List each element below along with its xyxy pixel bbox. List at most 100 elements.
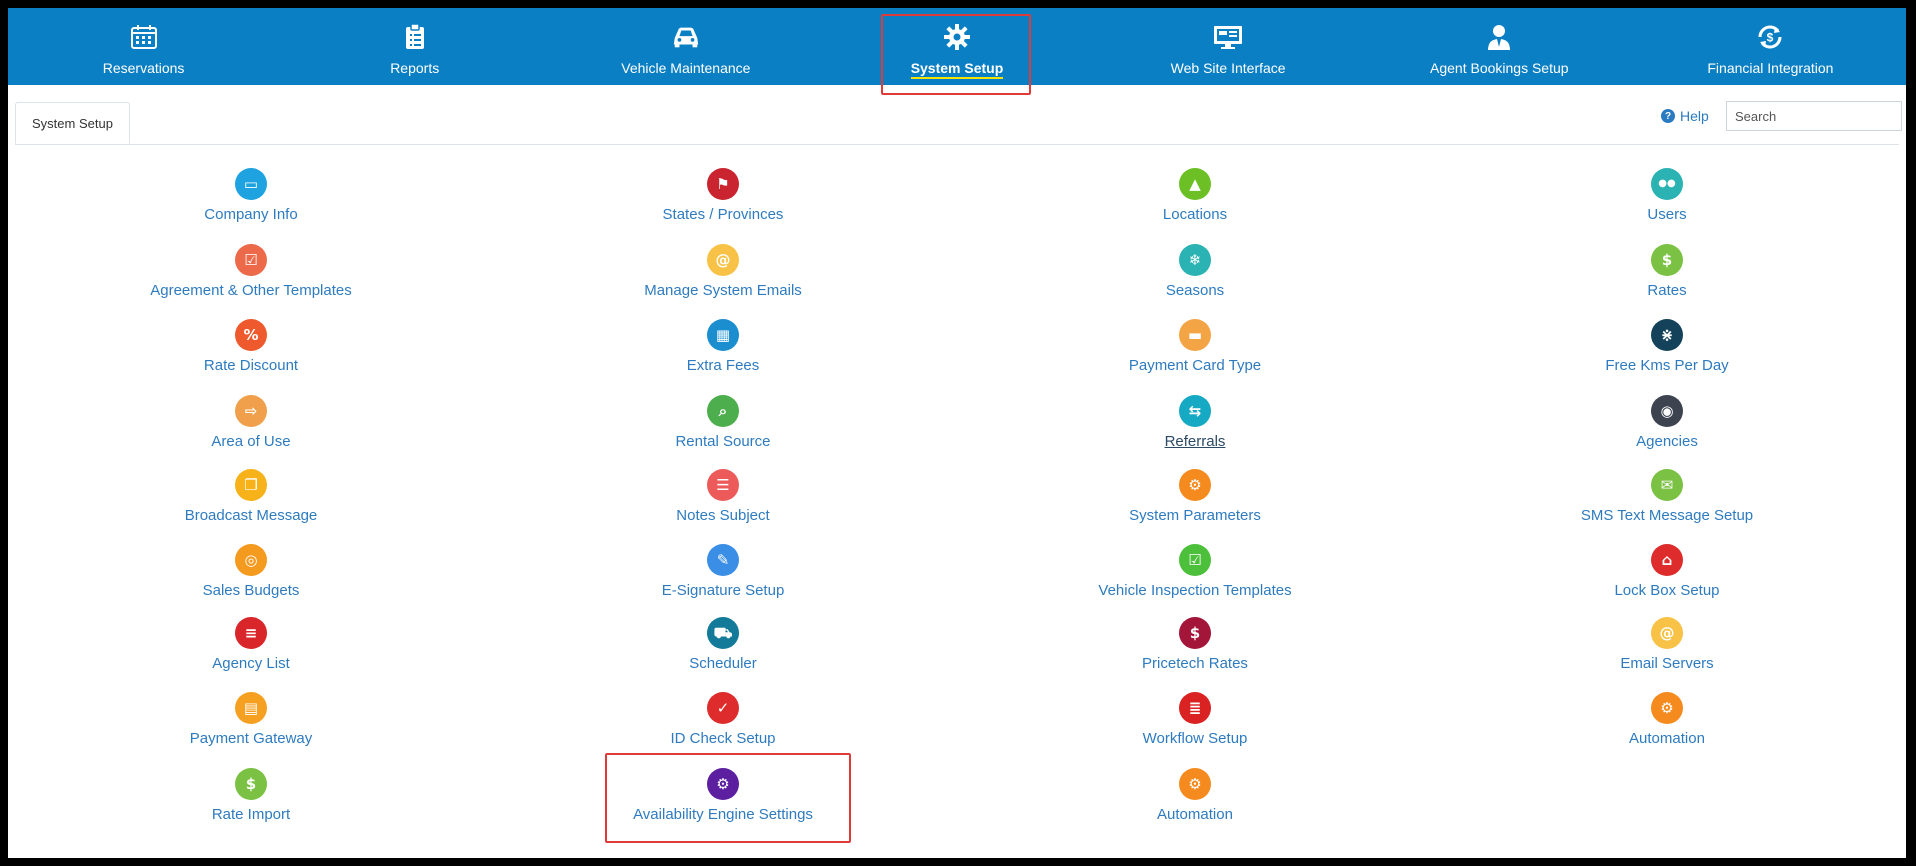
- setup-item[interactable]: ▬ Payment Card Type: [1015, 319, 1375, 374]
- sms-icon: ✉: [1651, 469, 1683, 501]
- setup-item-label: Workflow Setup: [1142, 730, 1248, 747]
- setup-item[interactable]: ▭ Company Info: [71, 168, 431, 223]
- setup-item[interactable]: ⛟ Scheduler: [543, 617, 903, 672]
- agent-icon: [1484, 22, 1514, 52]
- setup-item-label: States / Provinces: [662, 206, 784, 223]
- car-icon: [671, 22, 701, 52]
- nav-label: Financial Integration: [1707, 60, 1834, 76]
- setup-item-label: Agreement & Other Templates: [150, 282, 352, 299]
- setup-item-label: Email Servers: [1620, 655, 1714, 672]
- agencies-icon: ◉: [1651, 395, 1683, 427]
- signpost-icon: ⇨: [235, 395, 267, 427]
- app-frame: Reservations Reports Vehicle Maintenance…: [8, 8, 1906, 858]
- setup-item[interactable]: ❐ Broadcast Message: [71, 469, 431, 524]
- setup-item[interactable]: $ Pricetech Rates: [1015, 617, 1375, 672]
- rate-import-icon: $: [235, 768, 267, 800]
- setup-item[interactable]: @ Manage System Emails: [543, 244, 903, 299]
- svg-text:$: $: [1767, 31, 1774, 45]
- setup-item[interactable]: $ Rates: [1487, 244, 1847, 299]
- setup-item-label: Automation: [1157, 806, 1233, 823]
- setup-item-label: SMS Text Message Setup: [1580, 507, 1754, 524]
- money-bag-icon: $: [1179, 617, 1211, 649]
- at-icon: @: [707, 244, 739, 276]
- setup-item-label: System Parameters: [1129, 507, 1261, 524]
- nav-reservations[interactable]: Reservations: [8, 8, 279, 85]
- help-link[interactable]: ? Help: [1661, 108, 1709, 124]
- setup-item[interactable]: ⇨ Area of Use: [71, 395, 431, 450]
- setup-item[interactable]: ≣ Workflow Setup: [1015, 692, 1375, 747]
- setup-item[interactable]: % Rate Discount: [71, 319, 431, 374]
- setup-item-label: Rates: [1647, 282, 1687, 299]
- nav-agent-bookings-setup[interactable]: Agent Bookings Setup: [1364, 8, 1635, 85]
- pen-icon: ✎: [707, 544, 739, 576]
- lockbox-icon: ⌂: [1651, 544, 1683, 576]
- setup-item[interactable]: ≡ Agency List: [71, 617, 431, 672]
- payment-icon: ▤: [235, 692, 267, 724]
- setup-item[interactable]: ⚑ States / Provinces: [543, 168, 903, 223]
- nav-vehicle-maintenance[interactable]: Vehicle Maintenance: [550, 8, 821, 85]
- setup-item[interactable]: ●● Users: [1487, 168, 1847, 223]
- users-icon: ●●: [1651, 168, 1683, 200]
- setup-item[interactable]: ☰ Notes Subject: [543, 469, 903, 524]
- nav-financial-integration[interactable]: $ Financial Integration: [1635, 8, 1906, 85]
- setup-item-label: Agencies: [1636, 433, 1698, 450]
- setup-item-label: Automation: [1629, 730, 1705, 747]
- question-icon: ?: [1661, 109, 1675, 123]
- map-icon: ▲: [1179, 168, 1211, 200]
- tab-system-setup[interactable]: System Setup: [15, 102, 130, 144]
- search-input[interactable]: [1726, 101, 1902, 131]
- setup-item-label: Manage System Emails: [644, 282, 802, 299]
- setup-item[interactable]: ☑ Agreement & Other Templates: [71, 244, 431, 299]
- folder-icon: ▭: [235, 168, 267, 200]
- setup-item[interactable]: ◉ Agencies: [1487, 395, 1847, 450]
- nav-web-site-interface[interactable]: Web Site Interface: [1093, 8, 1364, 85]
- setup-item-label: ID Check Setup: [670, 730, 776, 747]
- setup-item[interactable]: ☑ Vehicle Inspection Templates: [1015, 544, 1375, 599]
- highlight-box-nav: [881, 14, 1031, 95]
- setup-item-label: Seasons: [1165, 282, 1225, 299]
- setup-item[interactable]: ⚙ Automation: [1487, 692, 1847, 747]
- card-icon: ▬: [1179, 319, 1211, 351]
- setup-item[interactable]: @ Email Servers: [1487, 617, 1847, 672]
- setup-item[interactable]: ⌂ Lock Box Setup: [1487, 544, 1847, 599]
- setup-item[interactable]: ⌕ Rental Source: [543, 395, 903, 450]
- setup-item[interactable]: ▲ Locations: [1015, 168, 1375, 223]
- setup-item-label: Scheduler: [689, 655, 757, 672]
- road-icon: ⋇: [1651, 319, 1683, 351]
- gears-icon: ⚙: [1651, 692, 1683, 724]
- calculator-icon: ▦: [707, 319, 739, 351]
- setup-item[interactable]: ❄ Seasons: [1015, 244, 1375, 299]
- setup-item[interactable]: ✓ ID Check Setup: [543, 692, 903, 747]
- setup-item[interactable]: ⋇ Free Kms Per Day: [1487, 319, 1847, 374]
- highlight-box-availability: [605, 753, 851, 843]
- at-icon: @: [1651, 617, 1683, 649]
- setup-item[interactable]: ⚙ System Parameters: [1015, 469, 1375, 524]
- nav-label: Agent Bookings Setup: [1430, 60, 1569, 76]
- setup-item[interactable]: ◎ Sales Budgets: [71, 544, 431, 599]
- setup-item-label: Vehicle Inspection Templates: [1098, 582, 1292, 599]
- setup-item-label: Broadcast Message: [184, 507, 318, 524]
- setup-item-label: Lock Box Setup: [1614, 582, 1720, 599]
- rates-icon: $: [1651, 244, 1683, 276]
- setup-item[interactable]: ✎ E-Signature Setup: [543, 544, 903, 599]
- setup-item-label: Rate Discount: [203, 357, 299, 374]
- setup-item-label: Payment Card Type: [1128, 357, 1262, 374]
- inspection-icon: ☑: [1179, 544, 1211, 576]
- list-icon: ≡: [235, 617, 267, 649]
- clipboard-icon: [400, 22, 430, 52]
- help-label: Help: [1680, 108, 1709, 124]
- nav-label: Vehicle Maintenance: [621, 60, 751, 76]
- setup-item[interactable]: ▦ Extra Fees: [543, 319, 903, 374]
- setup-item[interactable]: ▤ Payment Gateway: [71, 692, 431, 747]
- setup-item[interactable]: $ Rate Import: [71, 768, 431, 823]
- notes-icon: ☰: [707, 469, 739, 501]
- setup-item[interactable]: ⇆ Referrals: [1015, 395, 1375, 450]
- setup-item[interactable]: ✉ SMS Text Message Setup: [1487, 469, 1847, 524]
- setup-item-label: E-Signature Setup: [661, 582, 785, 599]
- snowflake-icon: ❄: [1179, 244, 1211, 276]
- setup-item[interactable]: ⚙ Automation: [1015, 768, 1375, 823]
- gears-icon: ⚙: [1179, 768, 1211, 800]
- nav-label: Web Site Interface: [1170, 60, 1286, 76]
- scheduler-car-icon: ⛟: [707, 617, 739, 649]
- nav-reports[interactable]: Reports: [279, 8, 550, 85]
